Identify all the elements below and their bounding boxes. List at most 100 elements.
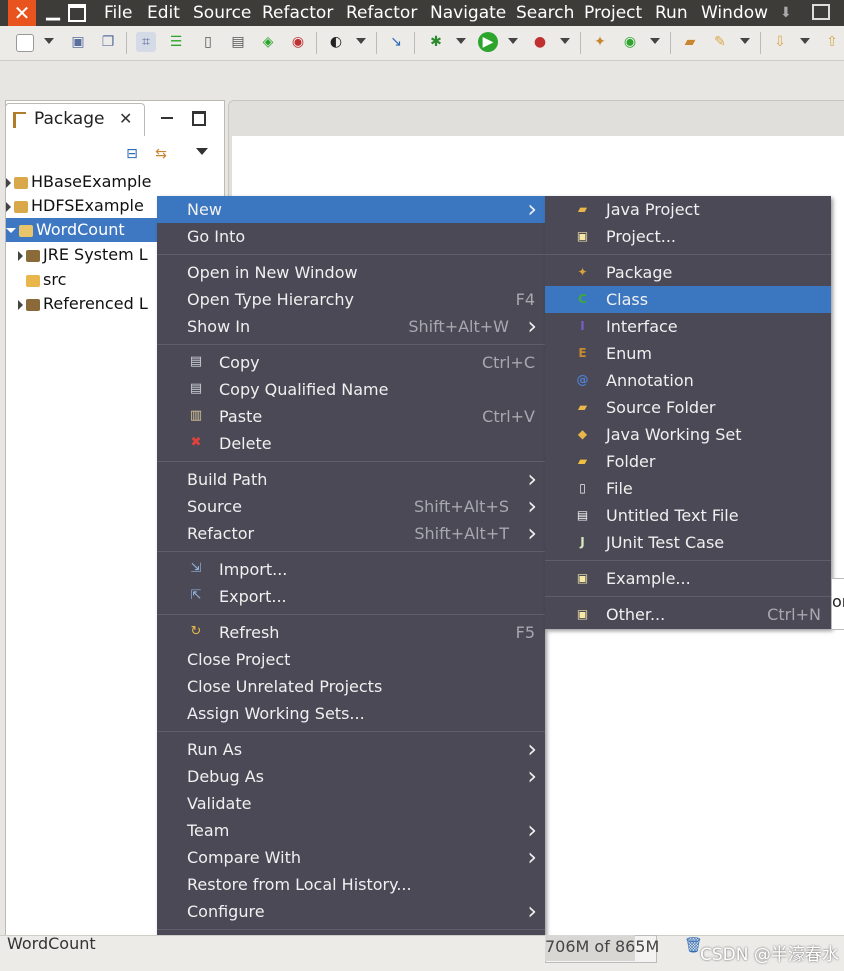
- menu-item-copy-qualified-name[interactable]: ▤ Copy Qualified Name: [157, 376, 545, 403]
- menu-item-compare-with[interactable]: Compare With ›: [157, 844, 545, 871]
- menu-refactor-2[interactable]: Refactor: [346, 0, 417, 26]
- menu-item-validate[interactable]: Validate: [157, 790, 545, 817]
- restore-window-icon[interactable]: [812, 4, 830, 20]
- menu-edit[interactable]: Edit: [147, 0, 180, 26]
- new-java-class-caret[interactable]: [650, 38, 660, 44]
- expanded-arrow-icon[interactable]: [6, 228, 16, 233]
- run-caret[interactable]: [508, 38, 518, 44]
- submenu-item-file[interactable]: ▯ File: [545, 475, 831, 502]
- menu-item-restore-from-local-history[interactable]: Restore from Local History...: [157, 871, 545, 898]
- debug-icon[interactable]: ✱: [426, 32, 446, 52]
- javadoc-icon[interactable]: ▯: [198, 32, 218, 52]
- menu-item-copy[interactable]: ▤ Copy Ctrl+C: [157, 349, 545, 376]
- submenu-item-project[interactable]: ▣ Project...: [545, 223, 831, 250]
- run-last-tool-icon[interactable]: ●: [530, 32, 550, 52]
- search-caret[interactable]: [740, 38, 750, 44]
- menu-item-open-type-hierarchy[interactable]: Open Type Hierarchy F4: [157, 286, 545, 313]
- submenu-item-package[interactable]: ✦ Package: [545, 259, 831, 286]
- collapse-all-icon[interactable]: ⊟: [124, 146, 140, 162]
- menu-item-delete[interactable]: ✖ Delete: [157, 430, 545, 457]
- menu-source[interactable]: Source: [193, 0, 251, 26]
- open-perspective-icon[interactable]: ▰: [680, 32, 700, 52]
- submenu-item-source-folder[interactable]: ▰ Source Folder: [545, 394, 831, 421]
- toggle-breadcrumb-icon[interactable]: ☰: [166, 32, 186, 52]
- menu-item-refactor[interactable]: Refactor Shift+Alt+T ›: [157, 520, 545, 547]
- link-with-editor-icon[interactable]: ⇆: [153, 146, 169, 162]
- view-menu-icon[interactable]: [196, 148, 208, 155]
- menu-separator: [157, 344, 545, 345]
- collapsed-arrow-icon[interactable]: [6, 177, 11, 188]
- submenu-item-folder[interactable]: ▰ Folder: [545, 448, 831, 475]
- menu-item-import[interactable]: ⇲ Import...: [157, 556, 545, 583]
- menu-refactor[interactable]: Refactor: [262, 0, 333, 26]
- menu-run[interactable]: Run: [655, 0, 688, 26]
- menu-navigate[interactable]: Navigate: [430, 0, 506, 26]
- close-tab-icon[interactable]: ✕: [119, 109, 132, 128]
- menu-overflow-icon[interactable]: ⬇: [780, 0, 792, 26]
- submenu-item-untitled-text-file[interactable]: ▤ Untitled Text File: [545, 502, 831, 529]
- show-whitespace-icon[interactable]: ▤: [228, 32, 248, 52]
- submenu-item-class[interactable]: C Class: [545, 286, 831, 313]
- menu-item-close-unrelated-projects[interactable]: Close Unrelated Projects: [157, 673, 545, 700]
- save-icon[interactable]: ▣: [68, 32, 88, 52]
- external-tools-icon[interactable]: ◐: [326, 32, 346, 52]
- menu-item-paste[interactable]: ▥ Paste Ctrl+V: [157, 403, 545, 430]
- maximize-window-button[interactable]: [68, 4, 86, 22]
- debug-caret[interactable]: [456, 38, 466, 44]
- submenu-item-interface[interactable]: I Interface: [545, 313, 831, 340]
- collapsed-arrow-icon[interactable]: [18, 299, 23, 310]
- garbage-collect-icon[interactable]: 🗑: [684, 936, 703, 956]
- open-type-icon[interactable]: ◈: [258, 32, 278, 52]
- menu-item-refresh[interactable]: ↻ Refresh F5: [157, 619, 545, 646]
- menu-item-go-into[interactable]: Go Into: [157, 223, 545, 250]
- maximize-view-icon[interactable]: [192, 111, 206, 126]
- tree-item-hbaseexample[interactable]: HBaseExample: [6, 170, 220, 194]
- menu-item-open-in-new-window[interactable]: Open in New Window: [157, 259, 545, 286]
- new-dropdown-caret[interactable]: [44, 38, 54, 44]
- open-task-icon[interactable]: ◉: [288, 32, 308, 52]
- menu-item-source[interactable]: Source Shift+Alt+S ›: [157, 493, 545, 520]
- menu-item-new[interactable]: New ›: [157, 196, 545, 223]
- external-tools-caret[interactable]: [356, 38, 366, 44]
- new-icon[interactable]: [16, 34, 34, 52]
- submenu-item-java-working-set[interactable]: ◆ Java Working Set: [545, 421, 831, 448]
- submenu-item-label: Source Folder: [606, 398, 716, 417]
- minimize-window-button[interactable]: ▁: [42, 0, 64, 26]
- submenu-item-enum[interactable]: E Enum: [545, 340, 831, 367]
- toggle-mark-occurrences-icon[interactable]: ⌗: [136, 32, 156, 52]
- collapsed-arrow-icon[interactable]: [18, 250, 23, 261]
- next-annotation-caret[interactable]: [800, 38, 810, 44]
- menu-item-label: Copy: [219, 353, 260, 372]
- menu-search[interactable]: Search: [516, 0, 574, 26]
- collapsed-arrow-icon[interactable]: [6, 201, 11, 212]
- menu-item-build-path[interactable]: Build Path ›: [157, 466, 545, 493]
- menu-window[interactable]: Window: [701, 0, 768, 26]
- skip-breakpoints-icon[interactable]: ↘: [386, 32, 406, 52]
- new-java-package-icon[interactable]: ✦: [590, 32, 610, 52]
- submenu-item-label: Annotation: [606, 371, 694, 390]
- next-annotation-icon[interactable]: ⇩: [770, 32, 790, 52]
- search-icon[interactable]: ✎: [710, 32, 730, 52]
- menu-item-show-in[interactable]: Show In Shift+Alt+W ›: [157, 313, 545, 340]
- close-window-button[interactable]: ✕: [8, 0, 36, 26]
- new-java-class-icon[interactable]: ◉: [620, 32, 640, 52]
- menu-item-team[interactable]: Team ›: [157, 817, 545, 844]
- menu-item-close-project[interactable]: Close Project: [157, 646, 545, 673]
- run-last-tool-caret[interactable]: [560, 38, 570, 44]
- save-all-icon[interactable]: ❐: [98, 32, 118, 52]
- submenu-item-junit-test-case[interactable]: J JUnit Test Case: [545, 529, 831, 556]
- submenu-item-other[interactable]: ▣ Other... Ctrl+N: [545, 601, 831, 628]
- run-icon[interactable]: ▶: [478, 32, 498, 52]
- submenu-item-java-project[interactable]: ▰ Java Project: [545, 196, 831, 223]
- menu-project[interactable]: Project: [584, 0, 642, 26]
- menu-item-run-as[interactable]: Run As ›: [157, 736, 545, 763]
- minimize-view-icon[interactable]: [161, 117, 173, 119]
- submenu-item-annotation[interactable]: @ Annotation: [545, 367, 831, 394]
- menu-item-assign-working-sets[interactable]: Assign Working Sets...: [157, 700, 545, 727]
- previous-annotation-icon[interactable]: ⇧: [822, 32, 842, 52]
- menu-item-export[interactable]: ⇱ Export...: [157, 583, 545, 610]
- submenu-item-example[interactable]: ▣ Example...: [545, 565, 831, 592]
- menu-item-debug-as[interactable]: Debug As ›: [157, 763, 545, 790]
- menu-item-configure[interactable]: Configure ›: [157, 898, 545, 925]
- menu-file[interactable]: File: [104, 0, 132, 26]
